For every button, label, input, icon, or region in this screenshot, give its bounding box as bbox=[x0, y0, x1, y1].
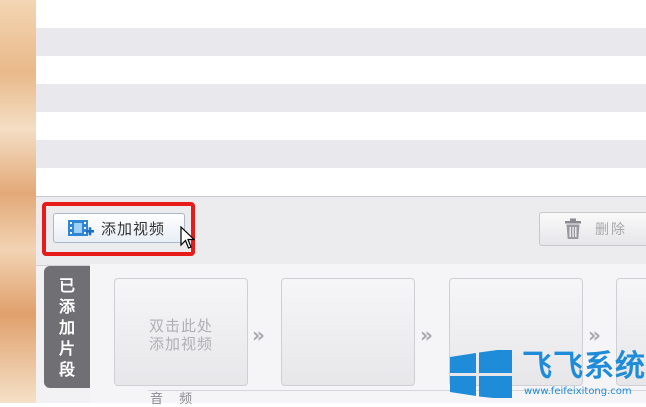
delete-button[interactable]: 删除 bbox=[539, 212, 646, 246]
tab-char: 片 bbox=[58, 338, 75, 358]
tab-char: 加 bbox=[58, 317, 75, 337]
add-video-button[interactable]: 添加视频 bbox=[53, 213, 185, 243]
delete-label: 删除 bbox=[595, 222, 627, 238]
next-arrow-icon: » bbox=[420, 323, 433, 347]
added-clips-tab[interactable]: 已 添 加 片 段 bbox=[44, 266, 90, 388]
tab-char: 已 bbox=[58, 275, 75, 295]
watermark-url: www.feifeixitong.com bbox=[524, 386, 632, 397]
add-hint-line1: 双击此处 bbox=[148, 317, 213, 335]
clip-slot-add[interactable]: 双击此处 添加视频 bbox=[114, 278, 248, 386]
next-arrow-icon: » bbox=[252, 323, 265, 347]
video-editor-window: 添加视频 删除 已 添 加 片 段 双击此处 添加视频 » » » 音 频 bbox=[36, 0, 646, 407]
windows-logo-icon bbox=[450, 350, 512, 398]
trash-icon bbox=[565, 218, 581, 239]
tab-char: 段 bbox=[58, 359, 75, 379]
tab-char: 添 bbox=[58, 296, 75, 316]
mouse-pointer-icon bbox=[180, 226, 196, 249]
add-hint-line2: 添加视频 bbox=[148, 335, 213, 353]
clip-slot[interactable] bbox=[281, 278, 415, 386]
preview-list-area bbox=[36, 0, 646, 196]
clip-toolbar: 添加视频 删除 bbox=[36, 196, 646, 266]
desktop-background bbox=[0, 0, 36, 403]
audio-track-label: 音 频 bbox=[150, 392, 199, 407]
add-hint: 双击此处 添加视频 bbox=[115, 317, 247, 353]
watermark-title: 飞飞系统 bbox=[522, 349, 646, 384]
next-arrow-icon: » bbox=[588, 323, 601, 347]
add-video-label: 添加视频 bbox=[101, 219, 166, 238]
film-plus-icon bbox=[68, 220, 94, 236]
